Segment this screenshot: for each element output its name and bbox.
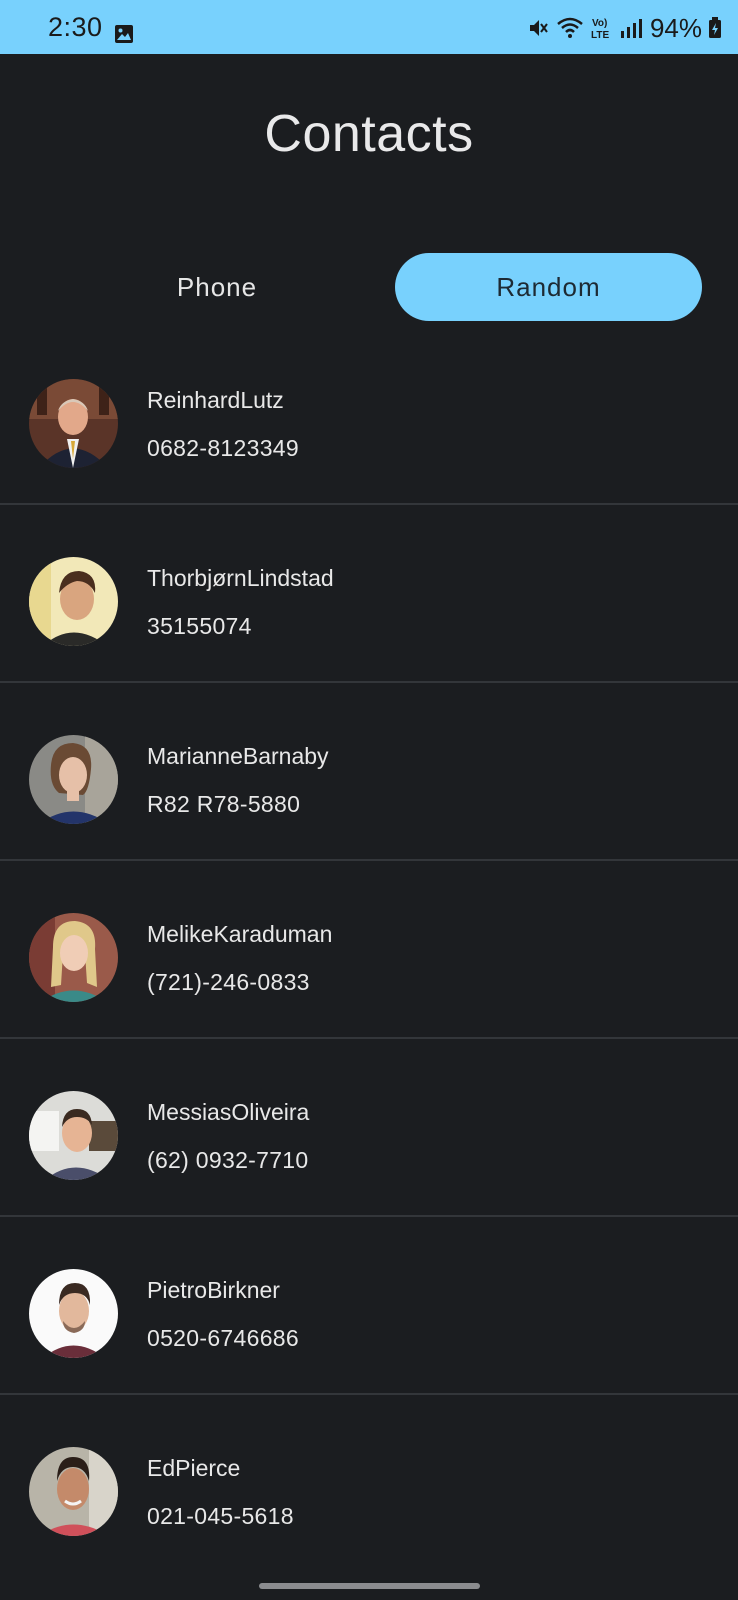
volte-icon: Vo) LTE bbox=[590, 15, 614, 41]
contact-name: ThorbjørnLindstad bbox=[147, 565, 334, 591]
contact-phone: R82 R78-5880 bbox=[147, 791, 301, 817]
contact-phone: 021-045-5618 bbox=[147, 1503, 294, 1529]
contact-row[interactable]: PietroBirkner 0520-6746686 bbox=[0, 1217, 738, 1395]
contact-phone: 0682-8123349 bbox=[147, 435, 299, 461]
contact-name: MelikeKaraduman bbox=[147, 921, 333, 947]
svg-text:LTE: LTE bbox=[591, 30, 609, 41]
avatar bbox=[29, 913, 118, 1002]
status-time: 2:30 bbox=[48, 12, 103, 42]
battery-percent: 94% bbox=[649, 12, 702, 43]
contact-row[interactable]: MarianneBarnaby R82 R78-5880 bbox=[0, 683, 738, 861]
contact-name: EdPierce bbox=[147, 1455, 241, 1481]
home-indicator[interactable] bbox=[259, 1583, 480, 1589]
contact-row[interactable]: ReinhardLutz 0682-8123349 bbox=[0, 327, 738, 505]
mute-icon bbox=[526, 16, 550, 40]
status-bar: 2:30 Vo) LTE 94% bbox=[0, 0, 738, 54]
battery-icon bbox=[708, 17, 722, 39]
status-icons: Vo) LTE 94% bbox=[526, 12, 722, 43]
avatar bbox=[29, 1091, 118, 1180]
contact-name: ReinhardLutz bbox=[147, 387, 284, 413]
contact-phone: 0520-6746686 bbox=[147, 1325, 299, 1351]
avatar bbox=[29, 379, 118, 468]
tab-phone-label: Phone bbox=[176, 271, 258, 302]
wifi-icon bbox=[556, 16, 584, 40]
tab-phone[interactable]: Phone bbox=[93, 253, 341, 321]
avatar bbox=[29, 1447, 118, 1536]
avatar bbox=[29, 735, 118, 824]
contact-phone: (721)-246-0833 bbox=[147, 969, 310, 995]
contact-row[interactable]: EdPierce 021-045-5618 bbox=[0, 1395, 738, 1573]
contact-row[interactable]: ThorbjørnLindstad 35155074 bbox=[0, 505, 738, 683]
contact-name: MarianneBarnaby bbox=[147, 743, 329, 769]
contacts-screen: 2:30 Vo) LTE 94% Contacts Phone Random R… bbox=[0, 0, 738, 1600]
contact-name: MessiasOliveira bbox=[147, 1099, 310, 1125]
contact-phone: 35155074 bbox=[147, 613, 252, 639]
page-title: Contacts bbox=[264, 105, 474, 163]
contact-name: PietroBirkner bbox=[147, 1277, 280, 1303]
contact-row[interactable]: MelikeKaraduman (721)-246-0833 bbox=[0, 861, 738, 1039]
contact-row[interactable]: MessiasOliveira (62) 0932-7710 bbox=[0, 1039, 738, 1217]
svg-text:Vo): Vo) bbox=[592, 18, 607, 29]
avatar bbox=[29, 557, 118, 646]
contact-phone: (62) 0932-7710 bbox=[147, 1147, 309, 1173]
tab-random-label: Random bbox=[496, 271, 601, 302]
avatar bbox=[29, 1269, 118, 1358]
tab-random[interactable]: Random bbox=[395, 253, 702, 321]
image-icon bbox=[114, 24, 134, 44]
signal-icon bbox=[620, 17, 642, 39]
contact-list: ReinhardLutz 0682-8123349 ThorbjørnLinds… bbox=[0, 327, 738, 1573]
